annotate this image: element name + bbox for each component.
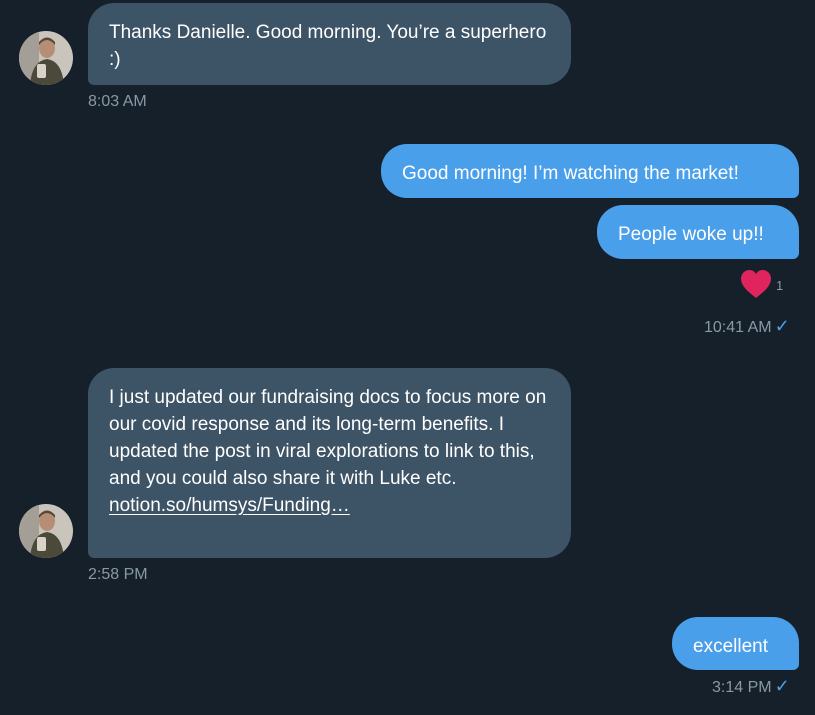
outgoing-message-bubble[interactable]: Good morning! I’m watching the market! — [381, 144, 799, 198]
sender-avatar[interactable] — [19, 31, 73, 85]
message-timestamp: 8:03 AM — [88, 93, 147, 110]
message-timestamp: 3:14 PM — [712, 679, 772, 696]
message-timestamp: 10:41 AM — [704, 319, 772, 336]
message-timestamp: 2:58 PM — [88, 566, 148, 583]
message-text: People woke up!! — [618, 224, 764, 245]
message-text: Good morning! I’m watching the market! — [402, 163, 739, 184]
message-link[interactable]: notion.so/humsys/Funding… — [109, 492, 551, 519]
read-check-icon: ✓ — [774, 676, 790, 696]
incoming-message-bubble[interactable]: Thanks Danielle. Good morning. You’re a … — [88, 3, 571, 85]
message-text: excellent — [693, 636, 768, 657]
outgoing-message-bubble[interactable]: excellent — [672, 617, 799, 670]
sender-avatar[interactable] — [19, 504, 73, 558]
message-text: I just updated our fundraising docs to f… — [109, 387, 547, 489]
read-check-icon: ✓ — [774, 316, 790, 336]
message-text: Thanks Danielle. Good morning. You’re a … — [109, 22, 547, 70]
dm-conversation: Thanks Danielle. Good morning. You’re a … — [0, 0, 815, 715]
outgoing-message-bubble[interactable]: People woke up!! — [597, 205, 799, 259]
message-timestamp-row: 10:41 AM ✓ — [704, 316, 790, 338]
incoming-message-bubble[interactable]: I just updated our fundraising docs to f… — [88, 368, 571, 558]
message-timestamp-row: 3:14 PM ✓ — [712, 676, 790, 698]
reaction-count: 1 — [776, 278, 784, 293]
heart-icon[interactable] — [739, 268, 773, 305]
